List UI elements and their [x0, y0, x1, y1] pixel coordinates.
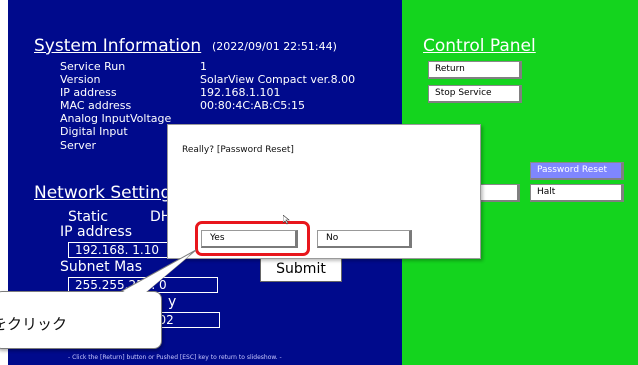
callout-text: をクリック — [0, 315, 68, 333]
callout-pointer-cover — [121, 255, 190, 293]
